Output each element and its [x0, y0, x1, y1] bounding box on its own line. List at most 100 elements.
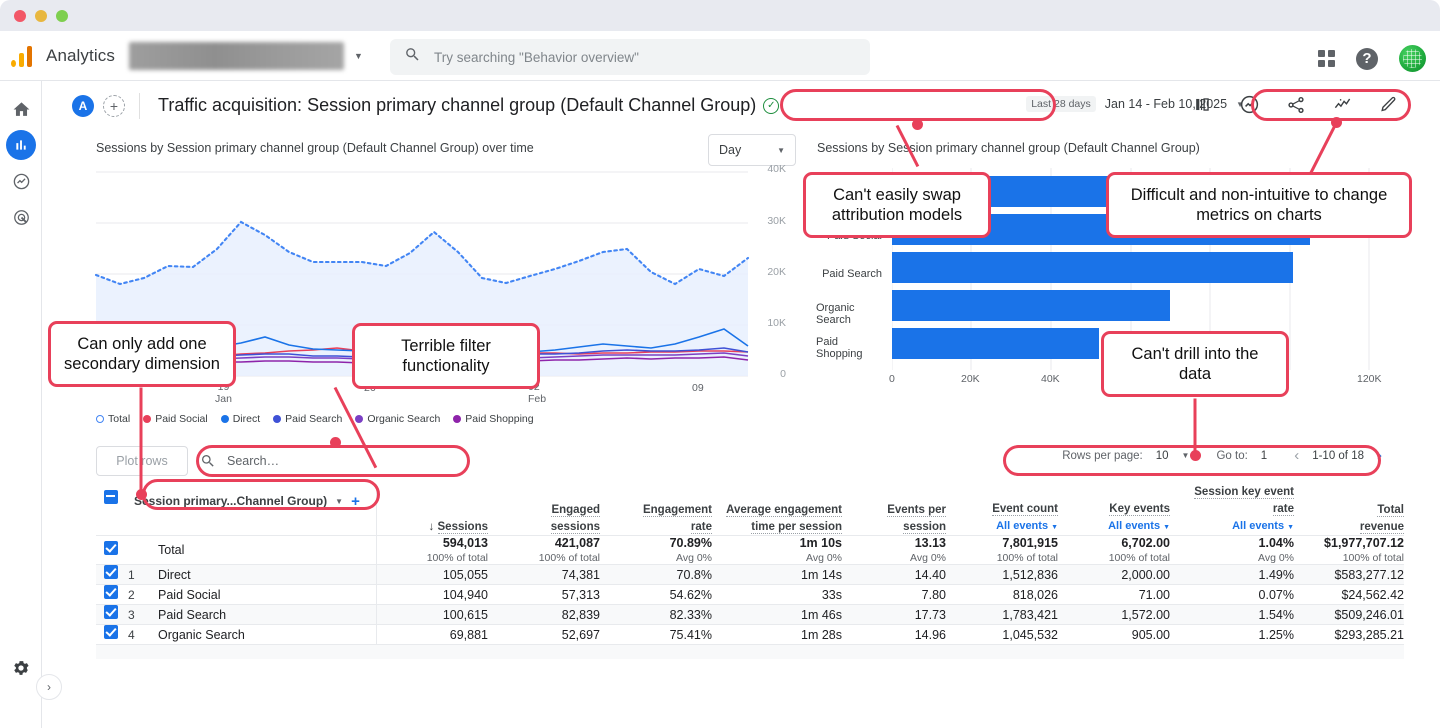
account-chevron-down-icon[interactable]: ▼ [354, 51, 363, 61]
legend-label: Paid Social [155, 413, 208, 425]
chevron-down-icon[interactable]: ▼ [335, 497, 343, 506]
sidebar-item-reports[interactable] [0, 127, 42, 163]
cell-session-key-event-rate: 1.54% [1170, 604, 1294, 625]
column-header-event-count[interactable]: Event count All events ▼ [946, 484, 1058, 536]
legend-item[interactable]: Total [96, 413, 130, 425]
granularity-select[interactable]: Day ▼ [708, 134, 796, 166]
chevron-down-icon[interactable]: ▼ [777, 146, 785, 155]
row-label[interactable]: Paid Search [158, 604, 376, 625]
column-header-key-events[interactable]: Key events All events ▼ [1058, 484, 1170, 536]
x-tick-20k: 20K [961, 373, 980, 385]
column-header-engagement-rate[interactable]: Engagement rate [600, 484, 712, 536]
table-row[interactable]: 4 Organic Search 69,881 52,697 75.41% 1m… [96, 624, 1404, 645]
cell-session-key-event-rate: 1.04% Avg 0% [1170, 535, 1294, 565]
row-checkbox[interactable] [96, 624, 128, 645]
table-search-input[interactable]: Search… [200, 446, 500, 476]
share-icon[interactable] [1286, 95, 1306, 115]
previous-page-button[interactable]: ‹ [1294, 447, 1299, 464]
column-header-avg-engagement-time[interactable]: Average engagement time per session [712, 484, 842, 536]
annotation-swap-attribution: Can't easily swap attribution models [803, 172, 991, 238]
help-icon[interactable]: ? [1356, 47, 1378, 70]
chevron-down-icon[interactable]: ▼ [1182, 451, 1190, 460]
session-key-event-rate-filter[interactable]: All events ▼ [1170, 519, 1294, 535]
maximize-window-button[interactable] [56, 10, 68, 22]
y-tick-20k: 20K [767, 266, 786, 278]
dimension-selector[interactable]: Session primary...Channel Group) ▼ + [128, 484, 376, 536]
sidebar-item-settings[interactable] [0, 650, 42, 686]
sidebar-item-home[interactable] [0, 91, 42, 127]
table-row-partial[interactable] [96, 644, 1404, 659]
report-action-icons [1192, 94, 1398, 115]
row-label[interactable]: Paid Social [158, 584, 376, 605]
account-selector-redacted[interactable] [128, 41, 344, 70]
cell-engaged-sessions: 52,697 [488, 624, 600, 645]
close-window-button[interactable] [14, 10, 26, 22]
bar-label-organic-search: Organic Search [816, 302, 855, 326]
cell-sessions: 69,881 [375, 624, 488, 645]
analytics-logo-icon [11, 45, 35, 67]
left-nav-rail: › [0, 81, 62, 728]
row-checkbox[interactable] [96, 564, 128, 585]
sort-arrow-icon: ↓ [428, 520, 435, 533]
page-title: Traffic acquisition: Session primary cha… [158, 95, 757, 115]
trend-icon[interactable] [1332, 95, 1353, 114]
apps-grid-icon[interactable] [1318, 50, 1335, 67]
next-page-button[interactable]: › [1377, 447, 1382, 464]
cell-key-events: 1,572.00 [1058, 604, 1170, 625]
column-label: Sessions [437, 520, 488, 534]
legend-item[interactable]: Paid Shopping [453, 413, 534, 425]
minimize-window-button[interactable] [35, 10, 47, 22]
global-search-placeholder: Try searching "Behavior overview" [434, 49, 639, 65]
legend-item[interactable]: Paid Search [273, 413, 342, 425]
column-label: Total revenue [1359, 503, 1404, 534]
add-comparison-button[interactable]: + [103, 94, 125, 117]
column-header-session-key-event-rate[interactable]: Session key event rate All events ▼ [1170, 484, 1294, 536]
legend-item[interactable]: Direct [220, 413, 261, 425]
row-checkbox[interactable] [96, 535, 128, 565]
cell-engaged-sessions: 74,381 [488, 564, 600, 585]
date-range-chip: Last 28 days [1026, 96, 1096, 112]
insights-icon[interactable] [1239, 94, 1260, 115]
analytics-topbar: Analytics ▼ Try searching "Behavior over… [0, 31, 1440, 81]
table-search-placeholder: Search… [227, 454, 280, 468]
row-label[interactable]: Organic Search [158, 624, 376, 645]
sidebar-item-advertising[interactable] [0, 199, 42, 235]
key-events-filter[interactable]: All events ▼ [1058, 519, 1170, 535]
cell-events-per-session: 13.13 Avg 0% [842, 535, 946, 565]
comparison-badge-a[interactable]: A [72, 94, 94, 117]
table-row[interactable]: 1 Direct 105,055 74,381 70.8% 1m 14s 14.… [96, 564, 1404, 585]
cell-engaged-sessions: 421,087 100% of total [488, 535, 600, 565]
legend-item[interactable]: Paid Social [143, 413, 208, 425]
expand-nav-button[interactable]: › [36, 674, 62, 700]
sidebar-item-explore[interactable] [0, 163, 42, 199]
select-all-checkbox[interactable] [96, 484, 128, 536]
topbar-actions: ? [1318, 45, 1426, 72]
legend-label: Direct [232, 413, 261, 425]
row-checkbox[interactable] [96, 584, 128, 605]
row-checkbox[interactable] [96, 604, 128, 625]
table-row[interactable]: 3 Paid Search 100,615 82,839 82.33% 1m 4… [96, 604, 1404, 625]
column-header-engaged-sessions[interactable]: Engaged sessions [488, 484, 600, 536]
edit-icon[interactable] [1379, 95, 1398, 114]
bar-paid-search [892, 252, 1293, 283]
table-row[interactable]: 2 Paid Social 104,940 57,313 54.62% 33s … [96, 584, 1404, 605]
avatar-icon[interactable] [1399, 45, 1426, 72]
rows-per-page-value[interactable]: 10 [1156, 450, 1169, 462]
legend-item[interactable]: Organic Search [355, 413, 440, 425]
cell-key-events: 2,000.00 [1058, 564, 1170, 585]
column-header-total-revenue[interactable]: Total revenue [1294, 484, 1404, 536]
add-secondary-dimension-button[interactable]: + [351, 493, 360, 510]
column-header-sessions[interactable]: ↓ Sessions [375, 484, 488, 536]
cell-key-events: 71.00 [1058, 584, 1170, 605]
event-count-filter[interactable]: All events ▼ [946, 519, 1058, 535]
row-label[interactable]: Direct [158, 564, 376, 585]
global-search-bar[interactable]: Try searching "Behavior overview" [390, 39, 870, 75]
go-to-value[interactable]: 1 [1261, 450, 1267, 462]
app-window: Analytics ▼ Try searching "Behavior over… [0, 0, 1440, 728]
reports-icon [16, 140, 26, 150]
compare-icon[interactable] [1192, 95, 1213, 114]
window-controls [14, 10, 68, 22]
column-header-events-per-session[interactable]: Events per session [842, 484, 946, 536]
cell-engaged-sessions: 82,839 [488, 604, 600, 625]
x-tick-0: 0 [889, 373, 895, 385]
